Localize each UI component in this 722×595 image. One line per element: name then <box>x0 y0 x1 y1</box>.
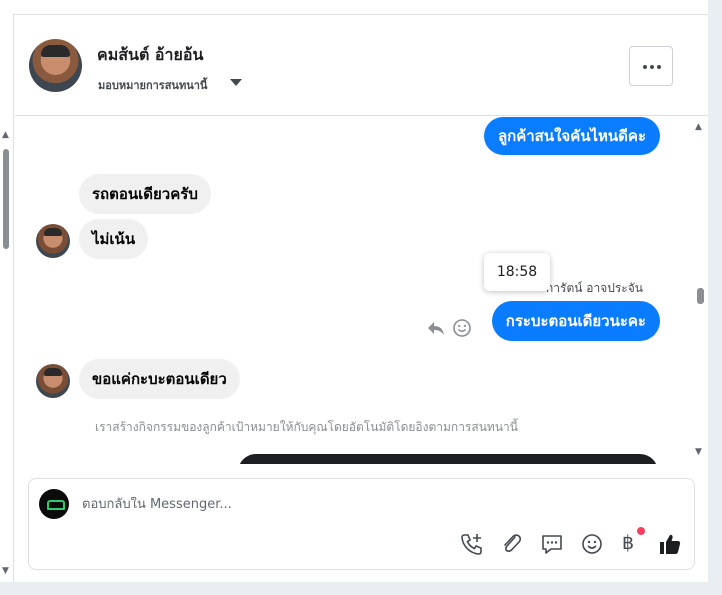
caret-down-icon[interactable] <box>230 79 242 86</box>
contact-avatar[interactable] <box>29 39 82 92</box>
left-scrollbar[interactable]: ▲ ▼ <box>0 14 14 582</box>
message-bubble-incoming[interactable]: ไม่เน้น <box>79 219 149 259</box>
more-options-button[interactable] <box>629 46 673 86</box>
payment-icon[interactable]: ฿ <box>622 532 634 554</box>
thread-scroll-up-icon[interactable]: ▲ <box>695 122 702 132</box>
notification-dot <box>637 527 645 535</box>
react-smiley-icon[interactable] <box>452 318 472 338</box>
attachment-icon[interactable] <box>499 531 525 557</box>
message-bubble-outgoing[interactable]: ลูกค้าสนใจคันไหนดีคะ <box>483 117 660 155</box>
reply-input[interactable] <box>82 497 642 512</box>
message-bubble-incoming[interactable]: ขอแค่กะบะตอนเดียว <box>79 359 240 399</box>
more-dots-icon <box>643 65 661 69</box>
emoji-icon[interactable] <box>579 531 605 557</box>
message-thread: ▲ ▼ ลูกค้าสนใจคันไหนดีคะ รถตอนเดียวครับ … <box>15 117 708 464</box>
timestamp-tooltip: 18:58 <box>484 253 550 291</box>
scrollbar-thumb[interactable] <box>3 149 9 249</box>
contact-avatar-small[interactable] <box>36 224 70 258</box>
contact-avatar-small[interactable] <box>36 364 70 398</box>
contact-name[interactable]: คมส้นต์ อ้ายอ้น <box>97 43 203 68</box>
thread-scrollbar-thumb[interactable] <box>697 288 704 304</box>
call-add-icon[interactable] <box>459 531 485 557</box>
message-bubble-outgoing[interactable]: กระบะตอนเดียวนะคะ <box>491 301 660 341</box>
saved-replies-icon[interactable] <box>539 531 565 557</box>
conversation-header: คมส้นต์ อ้ายอ้น มอบหมายการสนทนานี้ <box>15 15 708 116</box>
reply-icon[interactable] <box>426 318 446 338</box>
scroll-up-arrow-icon[interactable]: ▲ <box>2 130 9 140</box>
reply-composer: ฿ <box>28 478 695 570</box>
sender-name: การัตน์ อาจประจัน <box>546 281 643 295</box>
assign-conversation-label[interactable]: มอบหมายการสนทนานี้ <box>98 76 207 94</box>
scroll-down-arrow-icon[interactable]: ▼ <box>2 566 9 576</box>
conversation-panel: ▲ ▼ คมส้นต์ อ้ายอ้น มอบหมายการสนทนานี้ ▲… <box>0 0 708 582</box>
message-bubble-incoming[interactable]: รถตอนเดียวครับ <box>79 174 211 214</box>
activity-card[interactable] <box>238 454 658 464</box>
auto-activity-note: เราสร้างกิจกรรมของลูกค้าเป้าหมายให้กับคุ… <box>95 420 518 434</box>
page-logo-avatar <box>39 489 69 519</box>
thread-scroll-down-icon[interactable]: ▼ <box>695 447 702 457</box>
like-thumbs-up-icon[interactable] <box>657 531 683 557</box>
